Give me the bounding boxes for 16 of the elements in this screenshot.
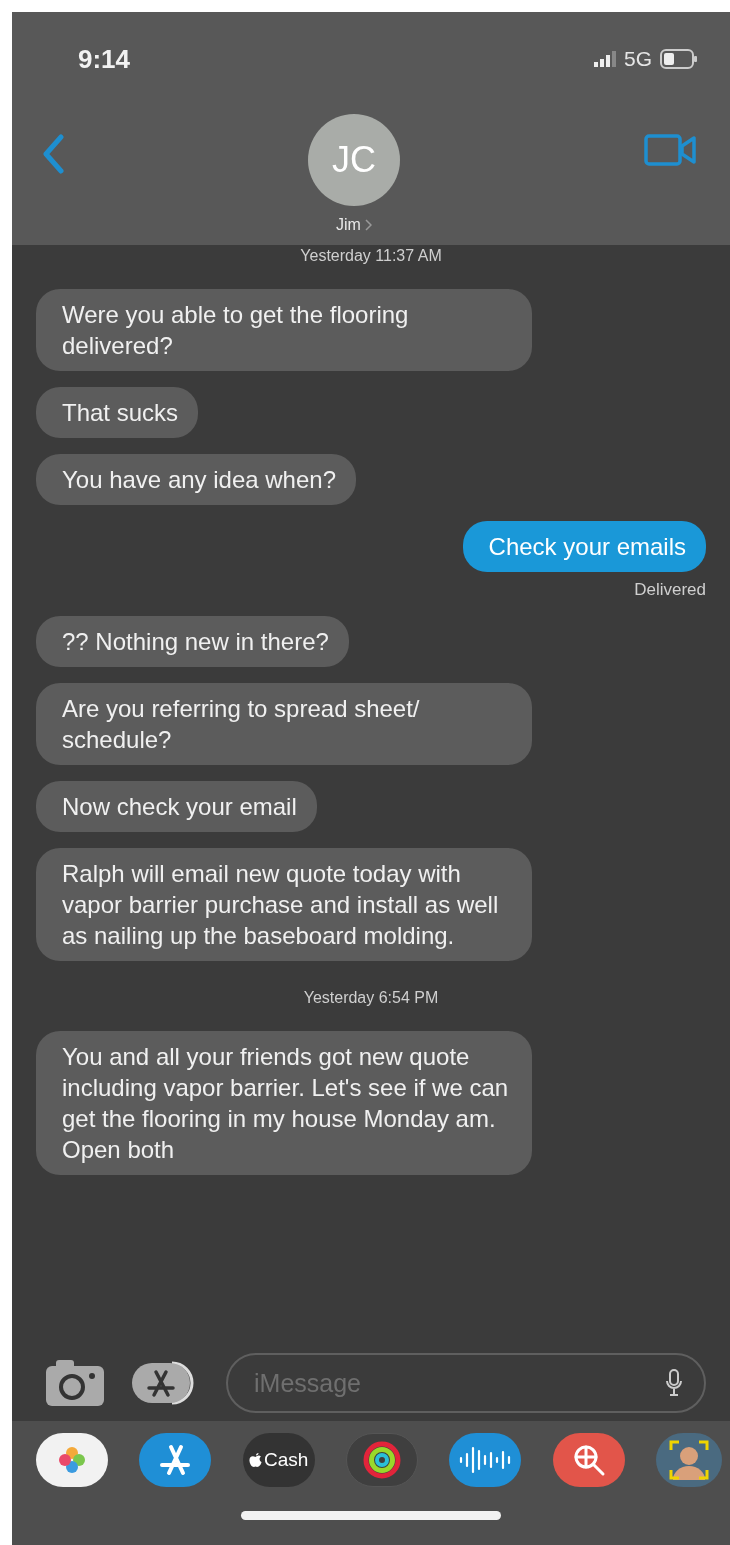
network-label: 5G (624, 47, 652, 71)
received-message-bubble: You have any idea when? (36, 454, 356, 505)
contact-name[interactable]: Jim (336, 216, 361, 234)
delivery-status: Delivered (634, 580, 706, 600)
status-time: 9:14 (78, 43, 131, 75)
received-message-bubble: Now check your email (36, 781, 317, 832)
received-message-bubble: That sucks (36, 387, 199, 438)
received-message-bubble: You and all your friends got new quote including vapor barrier. Let's see if we can get the flooring in my house Monday am. Open both (36, 1031, 532, 1175)
message-timestamp: Yesterday 11:37 AM (300, 247, 442, 265)
sent-message-bubble: Check your emails (462, 521, 706, 572)
apple-cash-button[interactable]: Cash (242, 1433, 315, 1487)
received-message-bubble: ?? Nothing new in there? (36, 616, 349, 667)
received-message-bubble: Were you able to get the flooring delivered? (36, 289, 532, 371)
received-message-bubble: Are you referring to spread sheet/ schedule? (36, 683, 532, 765)
message-timestamp: Yesterday 6:54 PM (303, 989, 439, 1007)
received-message-bubble: Ralph will email new quote today with vapor barrier purchase and install as well as nailing up the baseboard molding. (36, 848, 532, 961)
